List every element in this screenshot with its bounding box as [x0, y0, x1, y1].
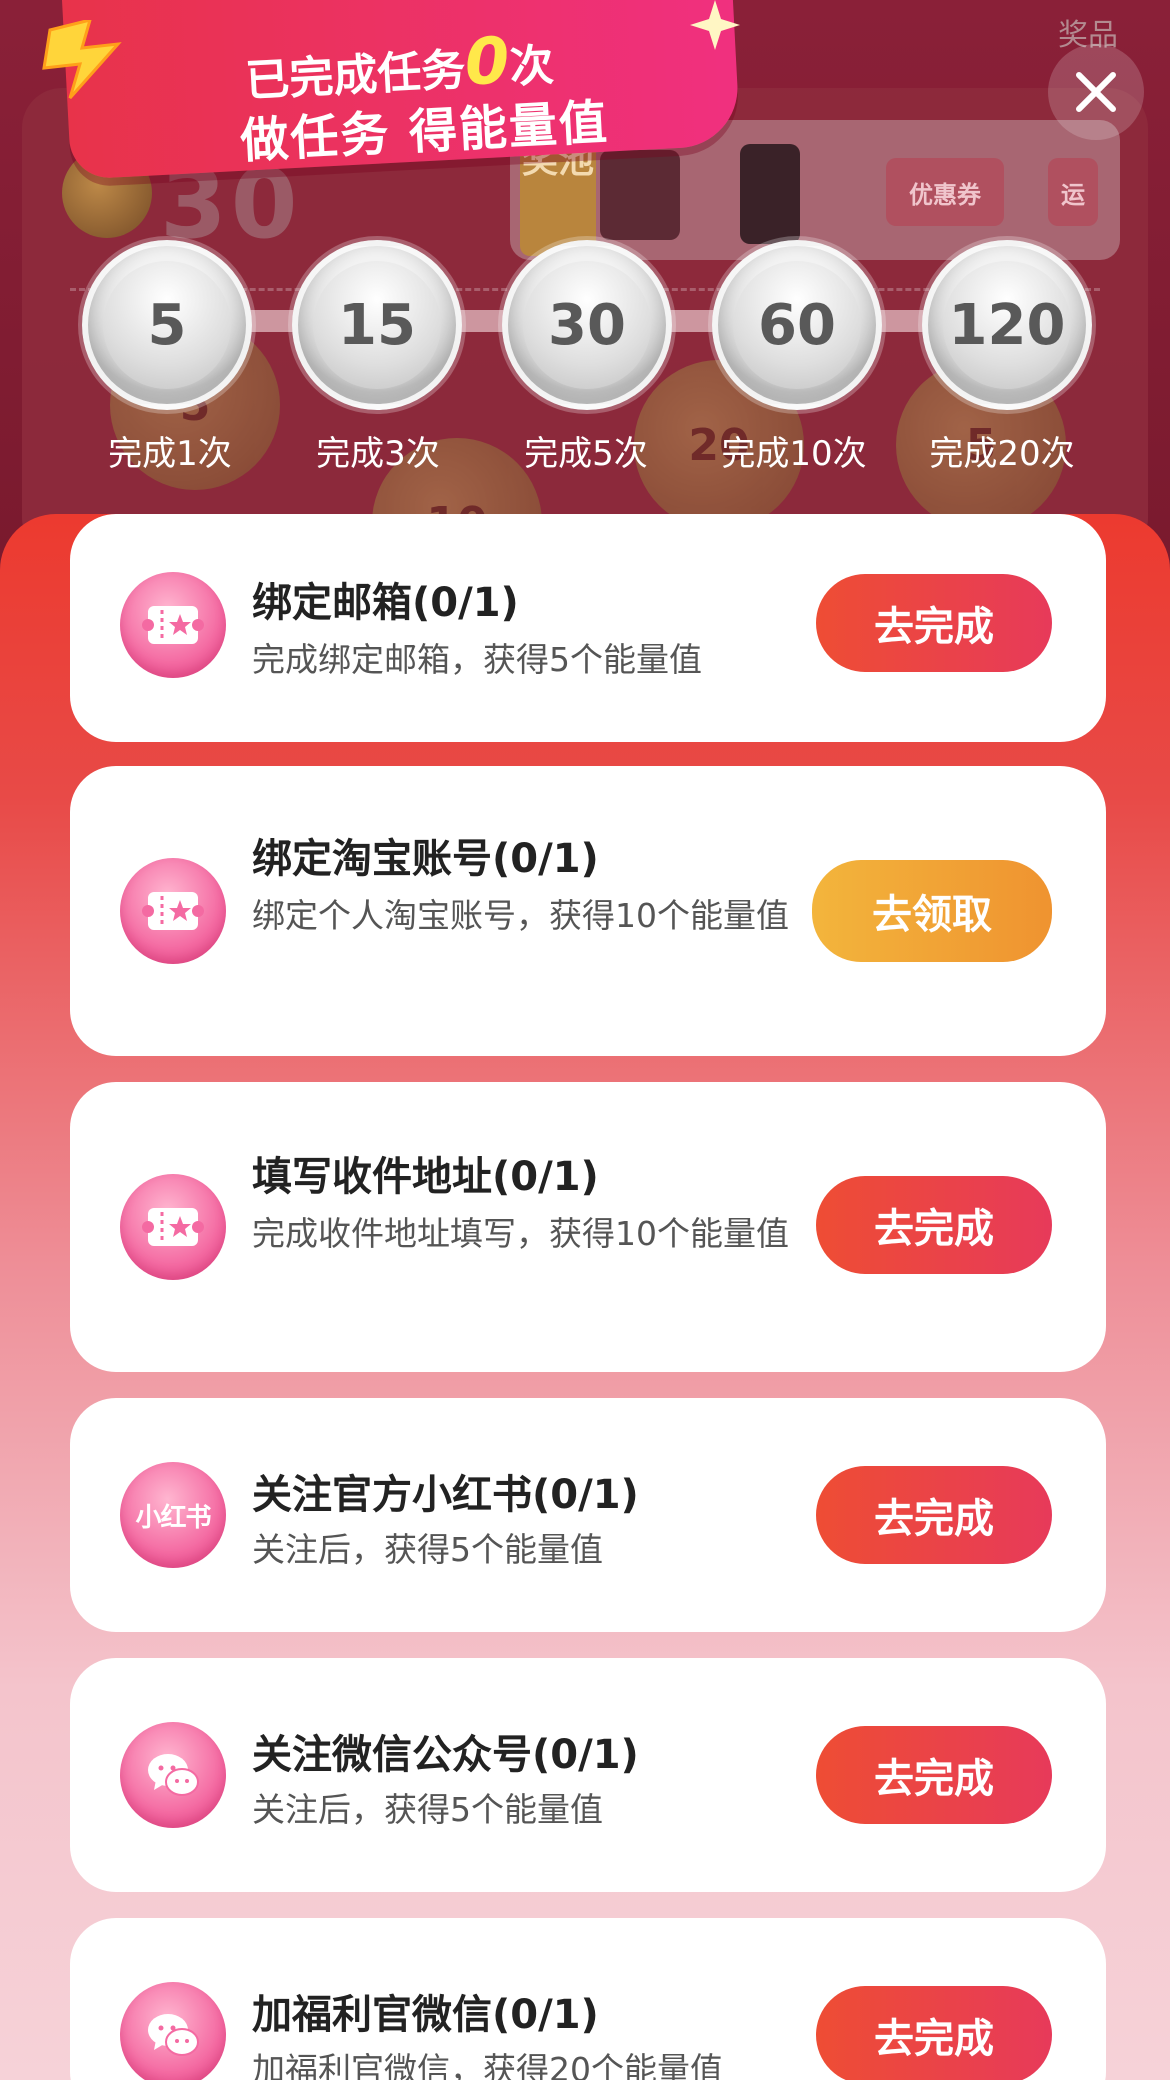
- task-card: 关注微信公众号(0/1) 关注后，获得5个能量值 去完成: [70, 1658, 1106, 1892]
- sparkle-icon: [690, 0, 740, 50]
- milestone-4[interactable]: 60: [712, 240, 882, 410]
- task-title: 绑定淘宝账号(0/1): [252, 836, 599, 882]
- task-card: 填写收件地址(0/1) 完成收件地址填写，获得10个能量值 去完成: [70, 1082, 1106, 1372]
- milestone-label: 完成10次: [721, 434, 867, 474]
- ticket-icon: [120, 1174, 226, 1280]
- silver-coin-icon: 120: [922, 240, 1092, 410]
- task-card: 加福利官微信(0/1) 加福利官微信，获得20个能量值 去完成: [70, 1918, 1106, 2080]
- task-description: 关注后，获得5个能量值: [252, 1530, 603, 1569]
- silver-coin-icon: 60: [712, 240, 882, 410]
- wechat-icon: [120, 1982, 226, 2080]
- task-description: 加福利官微信，获得20个能量值: [252, 2050, 723, 2080]
- milestone-2[interactable]: 15: [292, 240, 462, 410]
- wechat-icon: [120, 1722, 226, 1828]
- claim-reward-button[interactable]: 去领取: [812, 860, 1052, 962]
- prize-coffee-machine-image: [740, 144, 800, 244]
- task-title: 绑定邮箱(0/1): [252, 580, 519, 626]
- task-title: 加福利官微信(0/1): [252, 1992, 599, 2038]
- ticket-icon: [120, 572, 226, 678]
- prize-next: 运: [1048, 158, 1098, 226]
- complete-task-button[interactable]: 去完成: [816, 1176, 1052, 1274]
- milestone-label: 完成3次: [316, 434, 440, 474]
- lightning-bolt-icon: [42, 20, 122, 99]
- milestone-label: 完成1次: [108, 434, 232, 474]
- task-card: 绑定淘宝账号(0/1) 绑定个人淘宝账号，获得10个能量值 去领取: [70, 766, 1106, 1056]
- task-title: 关注官方小红书(0/1): [252, 1472, 639, 1518]
- complete-task-button[interactable]: 去完成: [816, 574, 1052, 672]
- milestone-label: 完成5次: [524, 434, 648, 474]
- ticket-icon: [120, 858, 226, 964]
- task-description: 绑定个人淘宝账号，获得10个能量值: [252, 896, 789, 935]
- task-description: 完成收件地址填写，获得10个能量值: [252, 1214, 789, 1253]
- prize-coupon: 优惠券: [886, 158, 1004, 226]
- milestone-value: 120: [943, 261, 1071, 389]
- close-button[interactable]: [1048, 44, 1144, 140]
- milestone-label: 完成20次: [929, 434, 1075, 474]
- silver-coin-icon: 30: [502, 240, 672, 410]
- task-description: 完成绑定邮箱，获得5个能量值: [252, 640, 702, 679]
- milestone-5[interactable]: 120: [922, 240, 1092, 410]
- milestone-value: 60: [733, 261, 861, 389]
- task-title: 填写收件地址(0/1): [252, 1154, 599, 1200]
- task-description: 关注后，获得5个能量值: [252, 1790, 603, 1829]
- milestone-3[interactable]: 30: [502, 240, 672, 410]
- complete-task-button[interactable]: 去完成: [816, 1726, 1052, 1824]
- milestone-value: 15: [313, 261, 441, 389]
- xiaohongshu-icon: 小红书: [120, 1462, 226, 1568]
- complete-task-button[interactable]: 去完成: [816, 1986, 1052, 2080]
- silver-coin-icon: 5: [82, 240, 252, 410]
- milestone-value: 30: [523, 261, 651, 389]
- task-card: 小红书 关注官方小红书(0/1) 关注后，获得5个能量值 去完成: [70, 1398, 1106, 1632]
- silver-coin-icon: 15: [292, 240, 462, 410]
- milestone-value: 5: [103, 261, 231, 389]
- milestone-1[interactable]: 5: [82, 240, 252, 410]
- prize-console-image: [600, 150, 680, 240]
- complete-task-button[interactable]: 去完成: [816, 1466, 1052, 1564]
- close-icon: [1076, 72, 1116, 112]
- task-card: 绑定邮箱(0/1) 完成绑定邮箱，获得5个能量值 去完成: [70, 514, 1106, 742]
- task-title: 关注微信公众号(0/1): [252, 1732, 639, 1778]
